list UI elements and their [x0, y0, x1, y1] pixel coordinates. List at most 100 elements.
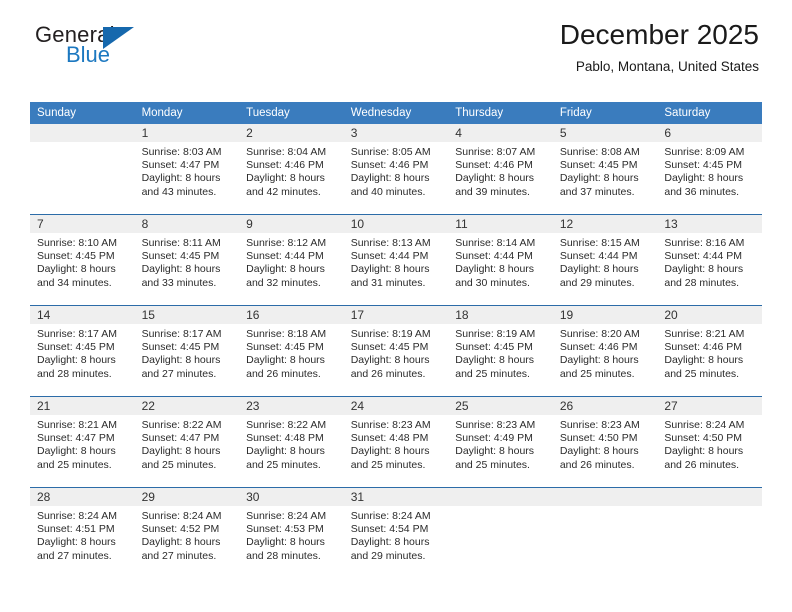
day-details: Sunrise: 8:12 AM Sunset: 4:44 PM Daylight:…: [239, 233, 344, 290]
calendar-day[interactable]: 15 Sunrise: 8:17 AM Sunset: 4:45 PM Dayligh…: [134, 306, 240, 396]
calendar-cell: 24 Sunrise: 8:23 AM Sunset: 4:48 PM Dayligh…: [343, 396, 449, 488]
daylight-text-line1: Daylight: 8 hours: [559, 354, 639, 367]
day-number: [448, 488, 553, 506]
day-number: 29: [134, 488, 240, 506]
calendar-day[interactable]: 28 Sunrise: 8:24 AM Sunset: 4:51 PM Dayligh…: [30, 488, 135, 578]
daylight-text-line1: Daylight: 8 hours: [559, 263, 639, 276]
calendar-day[interactable]: 4 Sunrise: 8:07 AM Sunset: 4:46 PM Daylight…: [448, 124, 553, 214]
calendar-day[interactable]: 2 Sunrise: 8:04 AM Sunset: 4:46 PM Daylight…: [239, 124, 344, 214]
calendar-cell: 31 Sunrise: 8:24 AM Sunset: 4:54 PM Dayligh…: [343, 487, 449, 578]
calendar-day[interactable]: 19 Sunrise: 8:20 AM Sunset: 4:46 PM Dayligh…: [552, 306, 658, 396]
calendar-cell: 17 Sunrise: 8:19 AM Sunset: 4:45 PM Dayligh…: [343, 305, 449, 397]
calendar-day-empty: [448, 488, 553, 578]
daylight-text-line1: Daylight: 8 hours: [37, 445, 116, 458]
day-details: Sunrise: 8:19 AM Sunset: 4:45 PM Daylight:…: [448, 324, 553, 381]
calendar-day[interactable]: 12 Sunrise: 8:15 AM Sunset: 4:44 PM Dayligh…: [552, 215, 658, 305]
title-block: December 2025 Pablo, Montana, United Sta…: [560, 18, 759, 77]
calendar-cell: 11 Sunrise: 8:14 AM Sunset: 4:44 PM Dayligh…: [448, 214, 553, 306]
day-details: Sunrise: 8:10 AM Sunset: 4:45 PM Daylight:…: [30, 233, 135, 290]
day-number: 8: [134, 215, 240, 233]
daylight-text-line2: and 39 minutes.: [455, 185, 530, 198]
sunset-text: Sunset: 4:46 PM: [664, 341, 743, 354]
calendar-day[interactable]: 21 Sunrise: 8:21 AM Sunset: 4:47 PM Dayligh…: [30, 397, 135, 487]
brand-logo[interactable]: General Blue: [35, 22, 215, 74]
daylight-text-line1: Daylight: 8 hours: [664, 172, 744, 185]
calendar-day[interactable]: 6 Sunrise: 8:09 AM Sunset: 4:45 PM Daylight…: [657, 124, 762, 214]
daylight-text-line1: Daylight: 8 hours: [559, 445, 639, 458]
daylight-text-line2: and 25 minutes.: [664, 367, 740, 380]
calendar-day[interactable]: 7 Sunrise: 8:10 AM Sunset: 4:45 PM Daylight…: [30, 215, 135, 305]
calendar-day[interactable]: 20 Sunrise: 8:21 AM Sunset: 4:46 PM Dayligh…: [657, 306, 762, 396]
daylight-text-line1: Daylight: 8 hours: [350, 172, 430, 185]
calendar-cell: 23 Sunrise: 8:22 AM Sunset: 4:48 PM Dayligh…: [239, 396, 344, 488]
calendar-day[interactable]: 9 Sunrise: 8:12 AM Sunset: 4:44 PM Daylight…: [239, 215, 344, 305]
sunrise-text: Sunrise: 8:05 AM: [350, 146, 431, 158]
daylight-text-line1: Daylight: 8 hours: [141, 354, 221, 367]
calendar-day[interactable]: 13 Sunrise: 8:16 AM Sunset: 4:44 PM Dayligh…: [657, 215, 762, 305]
calendar-day[interactable]: 23 Sunrise: 8:22 AM Sunset: 4:48 PM Dayligh…: [239, 397, 344, 487]
daylight-text-line1: Daylight: 8 hours: [246, 445, 325, 458]
calendar-cell: [552, 487, 658, 578]
calendar-cell: 28 Sunrise: 8:24 AM Sunset: 4:51 PM Dayligh…: [30, 487, 135, 578]
calendar-day[interactable]: 1 Sunrise: 8:03 AM Sunset: 4:47 PM Daylight…: [134, 124, 240, 214]
calendar-day[interactable]: 24 Sunrise: 8:23 AM Sunset: 4:48 PM Dayligh…: [343, 397, 449, 487]
calendar-day[interactable]: 31 Sunrise: 8:24 AM Sunset: 4:54 PM Dayligh…: [343, 488, 449, 578]
calendar-day[interactable]: 8 Sunrise: 8:11 AM Sunset: 4:45 PM Daylight…: [134, 215, 240, 305]
day-number: 5: [552, 124, 658, 142]
calendar-week-row: 14 Sunrise: 8:17 AM Sunset: 4:45 PM Dayligh…: [30, 305, 762, 397]
calendar-day[interactable]: 3 Sunrise: 8:05 AM Sunset: 4:46 PM Daylight…: [343, 124, 449, 214]
calendar-day[interactable]: 22 Sunrise: 8:22 AM Sunset: 4:47 PM Dayligh…: [134, 397, 240, 487]
calendar-day[interactable]: 25 Sunrise: 8:23 AM Sunset: 4:49 PM Dayligh…: [448, 397, 553, 487]
calendar-cell: 8 Sunrise: 8:11 AM Sunset: 4:45 PM Daylight…: [134, 214, 240, 306]
day-number: 30: [239, 488, 344, 506]
day-number: 9: [239, 215, 344, 233]
day-number: 23: [239, 397, 344, 415]
daylight-text-line1: Daylight: 8 hours: [246, 263, 325, 276]
day-details: Sunrise: 8:17 AM Sunset: 4:45 PM Daylight:…: [135, 324, 240, 381]
sunset-text: Sunset: 4:44 PM: [246, 250, 324, 263]
calendar-day[interactable]: 14 Sunrise: 8:17 AM Sunset: 4:45 PM Dayligh…: [30, 306, 135, 396]
calendar-day[interactable]: 29 Sunrise: 8:24 AM Sunset: 4:52 PM Dayligh…: [134, 488, 240, 578]
sunrise-text: Sunrise: 8:15 AM: [559, 237, 640, 249]
calendar-day[interactable]: 5 Sunrise: 8:08 AM Sunset: 4:45 PM Daylight…: [552, 124, 658, 214]
calendar-day[interactable]: 27 Sunrise: 8:24 AM Sunset: 4:50 PM Dayligh…: [657, 397, 762, 487]
calendar-day[interactable]: 11 Sunrise: 8:14 AM Sunset: 4:44 PM Dayligh…: [448, 215, 553, 305]
calendar-day[interactable]: 26 Sunrise: 8:23 AM Sunset: 4:50 PM Dayligh…: [552, 397, 658, 487]
daylight-text-line2: and 29 minutes.: [559, 276, 635, 289]
weekday-header-row: Sunday Monday Tuesday Wednesday Thursday…: [30, 102, 762, 124]
page-title: December 2025: [559, 19, 759, 50]
day-number: 7: [30, 215, 135, 233]
daylight-text-line2: and 29 minutes.: [350, 549, 426, 562]
day-number: [552, 488, 658, 506]
day-number: 26: [552, 397, 658, 415]
calendar-cell: 30 Sunrise: 8:24 AM Sunset: 4:53 PM Dayligh…: [239, 487, 344, 578]
day-number: 16: [239, 306, 344, 324]
calendar-cell: 26 Sunrise: 8:23 AM Sunset: 4:50 PM Dayligh…: [552, 396, 658, 488]
calendar-cell: 6 Sunrise: 8:09 AM Sunset: 4:45 PM Daylight…: [657, 124, 762, 215]
calendar-cell: 10 Sunrise: 8:13 AM Sunset: 4:44 PM Dayligh…: [343, 214, 449, 306]
calendar-day[interactable]: 30 Sunrise: 8:24 AM Sunset: 4:53 PM Dayligh…: [239, 488, 344, 578]
sunset-text: Sunset: 4:49 PM: [455, 432, 533, 445]
daylight-text-line2: and 25 minutes.: [455, 458, 530, 471]
daylight-text-line1: Daylight: 8 hours: [246, 536, 325, 549]
calendar-cell: 5 Sunrise: 8:08 AM Sunset: 4:45 PM Daylight…: [552, 124, 658, 215]
day-details: Sunrise: 8:24 AM Sunset: 4:50 PM Daylight:…: [657, 415, 762, 472]
calendar-table: Sunday Monday Tuesday Wednesday Thursday…: [30, 102, 762, 578]
calendar-cell: 7 Sunrise: 8:10 AM Sunset: 4:45 PM Daylight…: [30, 214, 135, 306]
calendar-day[interactable]: 18 Sunrise: 8:19 AM Sunset: 4:45 PM Dayligh…: [448, 306, 553, 396]
calendar-day[interactable]: 10 Sunrise: 8:13 AM Sunset: 4:44 PM Dayligh…: [343, 215, 449, 305]
calendar-day[interactable]: 17 Sunrise: 8:19 AM Sunset: 4:45 PM Dayligh…: [343, 306, 449, 396]
daylight-text-line2: and 28 minutes.: [664, 276, 740, 289]
day-details: Sunrise: 8:15 AM Sunset: 4:44 PM Daylight:…: [553, 233, 658, 290]
day-details: Sunrise: 8:05 AM Sunset: 4:46 PM Daylight:…: [344, 142, 449, 199]
sunset-text: Sunset: 4:48 PM: [246, 432, 324, 445]
calendar-cell: [448, 487, 553, 578]
daylight-text-line1: Daylight: 8 hours: [350, 354, 430, 367]
daylight-text-line1: Daylight: 8 hours: [664, 354, 744, 367]
day-number: 15: [134, 306, 240, 324]
daylight-text-line1: Daylight: 8 hours: [455, 354, 535, 367]
day-number: 10: [343, 215, 449, 233]
sunrise-text: Sunrise: 8:21 AM: [664, 328, 745, 340]
sunrise-text: Sunrise: 8:08 AM: [559, 146, 640, 158]
calendar-day[interactable]: 16 Sunrise: 8:18 AM Sunset: 4:45 PM Dayligh…: [239, 306, 344, 396]
